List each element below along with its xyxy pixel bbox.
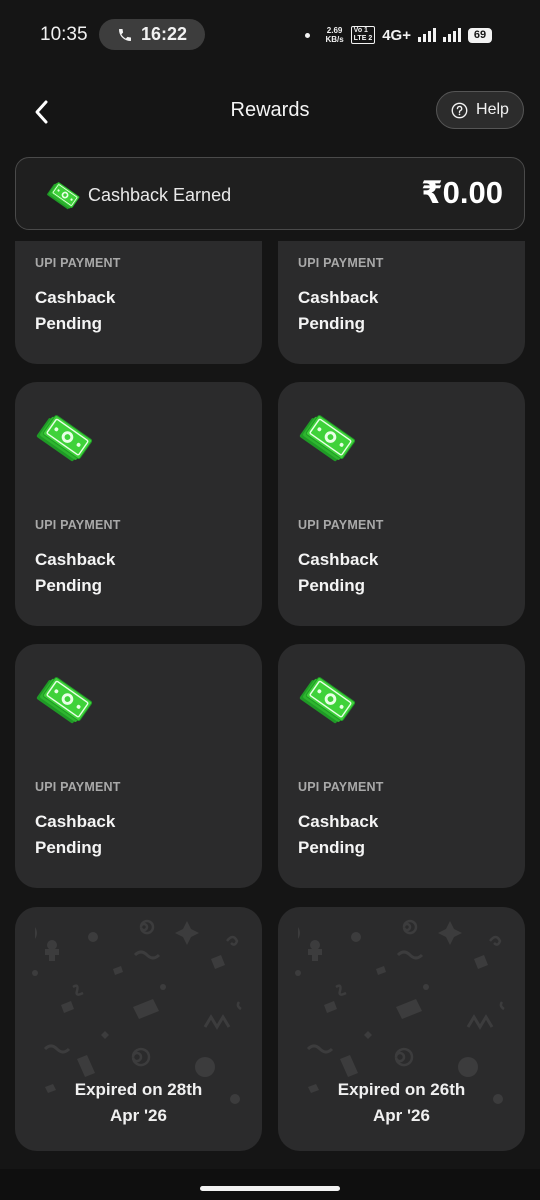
reward-type: UPI PAYMENT (298, 518, 384, 532)
expiry-line2: Apr '26 (373, 1106, 430, 1125)
call-timer: 16:22 (140, 24, 188, 44)
money-stack-icon (35, 670, 93, 728)
reward-type: UPI PAYMENT (298, 256, 384, 270)
reward-status-line1: Cashback (35, 812, 116, 831)
reward-status-line2: Pending (298, 314, 366, 333)
expiry-line1: Expired on 28th (74, 1080, 203, 1099)
reward-status: Cashback Pending (298, 809, 438, 861)
speed-unit: KB/s (325, 35, 344, 44)
reward-status-line2: Pending (298, 576, 366, 595)
reward-card[interactable]: UPI PAYMENT Cashback Pending (278, 644, 525, 888)
signal-strength-icon (418, 28, 436, 42)
app-header: Rewards Help (0, 80, 540, 142)
network-type: 4G+ (382, 26, 411, 44)
expiry-text: Expired on 28th Apr '26 (15, 1077, 262, 1129)
status-bar: 10:35 16:22 2.69 KB/s Vo 1 LTE 2 4G+ 69 (0, 0, 540, 70)
reward-type: UPI PAYMENT (35, 256, 121, 270)
help-label: Help (476, 101, 509, 118)
expired-reward-card[interactable]: Expired on 26th Apr '26 (278, 907, 525, 1151)
status-time: 10:35 (40, 24, 88, 45)
reward-status-line2: Pending (298, 838, 366, 857)
volte-icon: Vo 1 LTE 2 (350, 26, 376, 44)
rewards-grid[interactable]: UPI PAYMENT Cashback Pending UPI PAYMENT… (0, 241, 540, 1169)
status-icons: 2.69 KB/s Vo 1 LTE 2 4G+ 69 (305, 22, 492, 48)
money-stack-icon (35, 408, 93, 466)
reward-status-line2: Pending (35, 314, 103, 333)
reward-status-line1: Cashback (298, 550, 379, 569)
notification-dot-icon (305, 32, 311, 38)
phone-icon (118, 28, 131, 41)
reward-type: UPI PAYMENT (35, 518, 121, 532)
reward-status: Cashback Pending (35, 285, 175, 337)
cashback-earned-label: Cashback Earned (88, 185, 232, 205)
volte-bottom: LTE 2 (353, 35, 373, 42)
network-speed: 2.69 KB/s (325, 26, 343, 44)
reward-status: Cashback Pending (298, 547, 438, 599)
money-stack-icon (46, 178, 80, 212)
reward-status: Cashback Pending (35, 809, 175, 861)
reward-status-line1: Cashback (298, 812, 379, 831)
reward-status-line2: Pending (35, 838, 103, 857)
help-button[interactable]: Help (436, 91, 524, 129)
reward-card[interactable]: UPI PAYMENT Cashback Pending (15, 644, 262, 888)
reward-card[interactable]: UPI PAYMENT Cashback Pending (278, 241, 525, 364)
reward-status: Cashback Pending (298, 285, 438, 337)
ongoing-call-pill[interactable]: 16:22 (99, 19, 205, 50)
money-stack-icon (298, 408, 356, 466)
cashback-earned-summary: Cashback Earned ₹0.00 (15, 157, 525, 230)
battery-icon: 69 (468, 27, 492, 43)
signal-strength-2-icon (443, 28, 461, 42)
question-circle-icon (451, 102, 468, 118)
home-indicator[interactable] (200, 1186, 340, 1191)
expiry-line1: Expired on 26th (337, 1080, 466, 1099)
reward-status: Cashback Pending (35, 547, 175, 599)
expiry-line2: Apr '26 (110, 1106, 167, 1125)
expired-reward-card[interactable]: Expired on 28th Apr '26 (15, 907, 262, 1151)
money-stack-icon (298, 670, 356, 728)
reward-status-line1: Cashback (35, 288, 116, 307)
reward-type: UPI PAYMENT (35, 780, 121, 794)
reward-card[interactable]: UPI PAYMENT Cashback Pending (15, 241, 262, 364)
reward-card[interactable]: UPI PAYMENT Cashback Pending (15, 382, 262, 626)
reward-status-line1: Cashback (298, 288, 379, 307)
volte-top: Vo 1 (353, 27, 368, 34)
speed-value: 2.69 (326, 26, 343, 35)
reward-status-line2: Pending (35, 576, 103, 595)
reward-type: UPI PAYMENT (298, 780, 384, 794)
reward-card[interactable]: UPI PAYMENT Cashback Pending (278, 382, 525, 626)
cashback-earned-amount: ₹0.00 (421, 175, 503, 210)
expiry-text: Expired on 26th Apr '26 (278, 1077, 525, 1129)
reward-status-line1: Cashback (35, 550, 116, 569)
navigation-bar (0, 1169, 540, 1200)
